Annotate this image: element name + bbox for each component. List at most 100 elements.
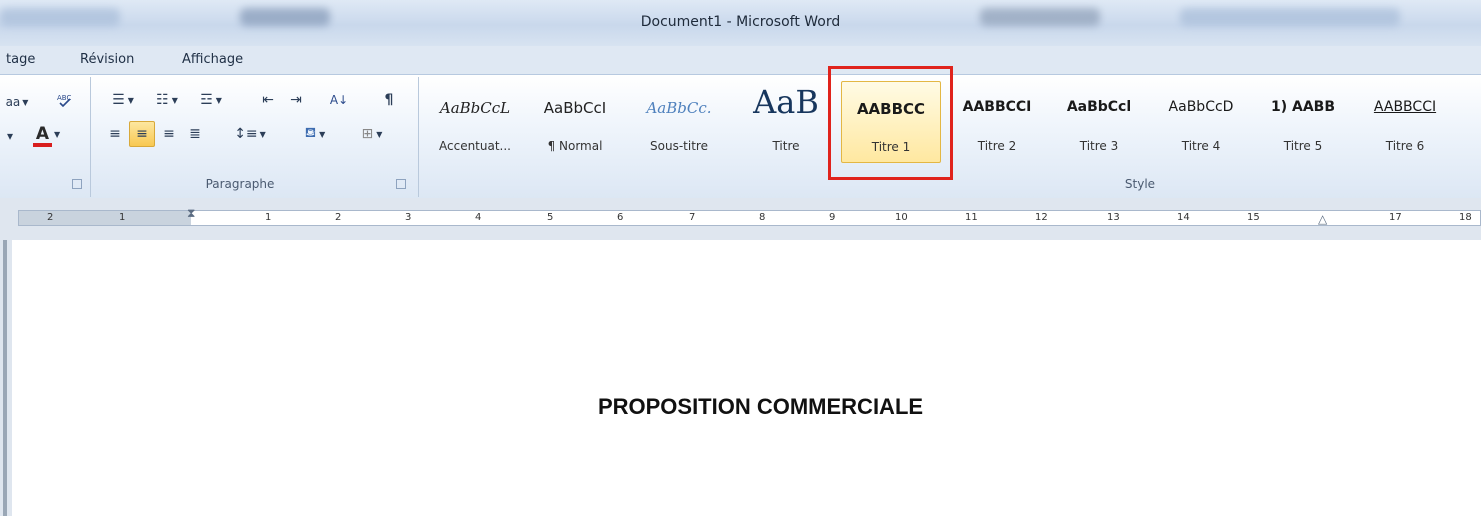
document-heading[interactable]: PROPOSITION COMMERCIALE [0,394,1481,420]
chevron-down-icon: ▼ [376,129,383,139]
ruler-number: 8 [759,212,766,223]
ruler-number: 7 [689,212,696,223]
style-titre-3[interactable]: AaBbCcl Titre 3 [1051,81,1147,163]
window-title: Document1 - Microsoft Word [640,14,841,30]
style-titre-2[interactable]: AABBCCI Titre 2 [949,81,1045,163]
ruler-number: 1 [265,212,272,223]
ruler-number: 3 [405,212,412,223]
sort-icon: A↓ [329,93,349,107]
ruler-number: 15 [1247,212,1260,223]
chevron-down-icon: ▼ [54,129,61,139]
align-left-icon[interactable]: ≡ [104,123,126,145]
font-color-icon: A [32,124,52,147]
ruler-number: 10 [895,212,908,223]
paragraph-dialog-launcher-icon[interactable] [396,179,406,189]
ruler-number: 2 [335,212,342,223]
ruler-number: 4 [475,212,482,223]
ruler-number: 9 [829,212,836,223]
vertical-ruler [0,240,12,516]
style-preview: AaBbCc. [646,99,712,117]
style-name: Titre [772,139,800,153]
font-color-button[interactable]: A ▼ [30,123,66,147]
horizontal-ruler: 2 1 1 2 3 4 5 6 7 8 9 10 11 12 13 14 15 … [0,198,1481,240]
style-name: Titre 4 [1181,139,1221,153]
show-formatting-button[interactable]: ¶ [378,89,400,111]
style-titre-4[interactable]: AaBbCcD Titre 4 [1153,81,1249,163]
ruler-number: 5 [547,212,554,223]
chevron-down-icon: ▼ [215,95,222,105]
style-preview: AaBbCcL [439,99,511,117]
ribbon-tabs: tage Révision Affichage [0,46,1481,74]
tab-publipostage[interactable]: tage [6,52,35,67]
align-right-icon[interactable]: ≡ [158,123,180,145]
ruler-number: 12 [1035,212,1048,223]
tab-affichage[interactable]: Affichage [182,52,243,67]
multilevel-list-icon: ☲ [200,92,213,108]
style-preview: AaBbCcD [1168,99,1234,115]
tab-revision[interactable]: Révision [80,52,134,67]
style-name: Titre 6 [1385,139,1425,153]
paragraph-group-label: Paragraphe [205,177,275,191]
style-titre-5[interactable]: 1) AABB Titre 5 [1255,81,1351,163]
style-name: Accentuat... [439,139,511,153]
justify-icon[interactable]: ≣ [184,123,206,145]
numbered-list-icon: ☷ [156,92,169,108]
style-preview: 1) AABB [1270,99,1336,115]
chevron-down-icon: ▼ [259,129,266,139]
highlight-color-dropdown[interactable]: ▾ [0,125,20,147]
style-preview: AABBCCI [1373,99,1437,115]
style-name: ¶ Normal [547,139,603,153]
sort-button[interactable]: A↓ [326,89,352,111]
font-color-glyph: A [35,124,49,144]
align-center-icon[interactable]: ≡ [129,121,155,147]
style-titre[interactable]: AaB Titre [741,81,831,163]
font-size-dropdown[interactable]: aa ▼ [2,91,32,113]
ruler-number: 6 [617,212,624,223]
chevron-down-icon: ▼ [171,95,178,105]
font-size-label: aa [5,95,21,109]
first-line-indent-marker-icon[interactable]: ⧗ [187,206,195,221]
line-spacing-button[interactable]: ↕≡ ▼ [232,123,268,145]
highlight-box [828,66,953,180]
border-grid-icon: ⊞ [361,126,374,142]
ruler-number: 11 [965,212,978,223]
style-titre-6[interactable]: AABBCCI Titre 6 [1357,81,1453,163]
style-preview: AaB [753,83,819,121]
ruler-number: 1 [119,212,126,223]
title-bar: Document1 - Microsoft Word [0,0,1481,46]
style-name: Titre 2 [977,139,1017,153]
ruler-number: 18 [1459,212,1472,223]
paint-bucket-icon: ⛾ [304,125,317,141]
shading-button[interactable]: ⛾ ▼ [292,123,338,145]
ruler-number: 17 [1389,212,1402,223]
right-indent-marker-icon[interactable]: △ [1318,212,1327,226]
vertical-ruler-track [3,240,7,516]
style-name: Titre 5 [1283,139,1323,153]
increase-indent-icon[interactable]: ⇥ [284,89,308,111]
numbering-button[interactable]: ☷ ▼ [148,89,186,111]
ruler-number: 14 [1177,212,1190,223]
chevron-down-icon: ▼ [127,95,134,105]
style-group-label: Style [1124,177,1156,191]
style-gallery: AaBbCcL Accentuat... AaBbCcI ¶ Normal Aa… [427,81,1481,169]
decrease-indent-icon[interactable]: ⇤ [256,89,280,111]
style-preview: AaBbCcI [543,99,607,117]
ruler-margin [19,211,191,225]
ruler-number: 2 [47,212,54,223]
multilevel-list-button[interactable]: ☲ ▼ [192,89,230,111]
font-dialog-launcher-icon[interactable] [72,179,82,189]
style-preview: AaBbCcl [1066,99,1132,115]
bullets-button[interactable]: ☰ ▼ [104,89,142,111]
style-sous-titre[interactable]: AaBbCc. Sous-titre [631,81,727,163]
group-separator [90,77,91,197]
borders-button[interactable]: ⊞ ▼ [352,123,392,145]
style-normal[interactable]: AaBbCcI ¶ Normal [527,81,623,163]
ribbon: aa ▼ ABC ▾ A ▼ ☰ ▼ ☷ ▼ ☲ ▼ ⇤ ⇥ A↓ ¶ ≡ ≡ ≡ ≣… [0,74,1481,199]
ruler-number: 13 [1107,212,1120,223]
chevron-down-icon: ▼ [319,129,326,139]
pilcrow-icon: ¶ [384,92,394,108]
bullet-list-icon: ☰ [112,92,125,108]
spellcheck-icon[interactable]: ABC [52,89,78,111]
style-accentuation[interactable]: AaBbCcL Accentuat... [427,81,523,163]
style-name: Titre 3 [1079,139,1119,153]
